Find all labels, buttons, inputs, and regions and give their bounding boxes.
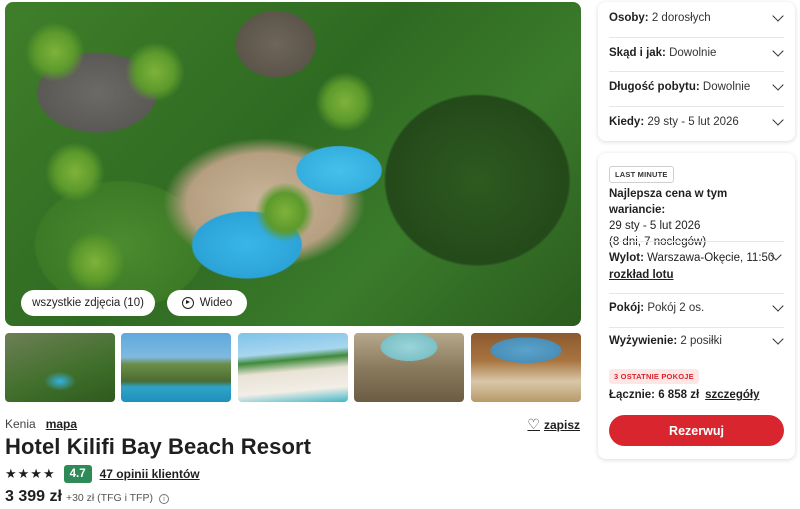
palm-decoration	[255, 182, 315, 242]
stay-length-selector[interactable]: Długość pobytu: Dowolnie	[609, 79, 784, 93]
palm-decoration	[125, 42, 185, 102]
departure-value: Warszawa-Okęcie, 11:50	[647, 252, 775, 264]
date-selector[interactable]: Kiedy: 29 sty - 5 lut 2026	[609, 114, 784, 128]
board-selector[interactable]: Wyżywienie: 2 posiłki	[609, 333, 784, 347]
video-label: Wideo	[199, 297, 233, 309]
chevron-down-icon	[772, 79, 784, 91]
star-rating-icon: ★★★★	[5, 466, 56, 481]
reviews-link[interactable]: 47 opinii klientów	[100, 467, 200, 481]
info-icon[interactable]: i	[158, 494, 169, 504]
total-value: 6 858 zł	[658, 389, 700, 401]
country-label: Kenia	[5, 417, 36, 431]
details-link[interactable]: szczegóły	[705, 389, 759, 401]
from-label: Skąd i jak:	[609, 47, 666, 59]
save-button[interactable]: ♡ zapisz	[527, 416, 580, 433]
offer-panel: LAST MINUTE Najlepsza cena w tym warianc…	[598, 153, 795, 459]
chevron-down-icon	[772, 10, 784, 22]
rating-row: ★★★★ 4.7 47 opinii klientów	[5, 465, 200, 483]
palm-decoration	[65, 232, 125, 292]
from-value: Dowolnie	[669, 47, 717, 59]
palm-decoration	[315, 72, 375, 132]
chevron-down-icon	[772, 300, 784, 312]
when-label: Kiedy:	[609, 116, 645, 128]
divider	[609, 327, 784, 328]
thumbnail-photo-5[interactable]	[471, 333, 581, 402]
thumbnail-photo-1[interactable]	[5, 333, 115, 402]
location-row: Kenia mapa	[5, 417, 77, 431]
thumbnail-photo-4[interactable]	[354, 333, 464, 402]
when-value: 29 sty - 5 lut 2026	[647, 116, 739, 128]
last-rooms-badge: 3 OSTATNIE POKOJE	[609, 369, 699, 384]
divider	[609, 241, 784, 242]
video-button[interactable]: Wideo	[167, 290, 247, 316]
room-selector[interactable]: Pokój: Pokój 2 os.	[609, 300, 784, 314]
departure-selector[interactable]: Wylot: Warszawa-Okęcie, 11:50 rozkład lo…	[609, 249, 784, 284]
divider	[609, 293, 784, 294]
reserve-button[interactable]: Rezerwuj	[609, 415, 784, 446]
hotel-name: Hotel Kilifi Bay Beach Resort	[5, 434, 312, 459]
price: 3 399 zł	[5, 488, 62, 505]
chevron-down-icon	[772, 114, 784, 126]
chevron-down-icon	[772, 333, 784, 345]
board-label: Wyżywienie:	[609, 335, 678, 347]
chevron-down-icon	[772, 45, 784, 57]
all-photos-label: wszystkie zdjęcia (10)	[32, 297, 144, 309]
search-filters-panel: Osoby: 2 dorosłych Skąd i jak: Dowolnie …	[598, 2, 795, 141]
palm-decoration	[45, 142, 105, 202]
divider	[609, 37, 784, 38]
price-row: 3 399 zł +30 zł (TFG i TFP) i	[5, 488, 169, 506]
persons-label: Osoby:	[609, 12, 649, 24]
room-value: Pokój 2 os.	[647, 302, 705, 314]
thumbnail-photo-2[interactable]	[121, 333, 231, 402]
persons-value: 2 dorosłych	[651, 12, 711, 24]
thumbnail-photo-3[interactable]	[238, 333, 348, 402]
best-price-title: Najlepsza cena w tym wariancie:	[609, 188, 728, 216]
palm-decoration	[25, 22, 85, 82]
price-extra-fees: +30 zł (TFG i TFP)	[65, 492, 153, 504]
departure-label: Wylot:	[609, 252, 644, 264]
length-label: Długość pobytu:	[609, 81, 700, 93]
offer-dates: 29 sty - 5 lut 2026	[609, 220, 701, 232]
review-score-badge: 4.7	[63, 465, 92, 483]
board-value: 2 posiłki	[680, 335, 722, 347]
departure-city-selector[interactable]: Skąd i jak: Dowolnie	[609, 45, 784, 59]
all-photos-button[interactable]: wszystkie zdjęcia (10)	[21, 290, 155, 316]
map-link[interactable]: mapa	[46, 417, 77, 431]
offer-duration: (8 dni, 7 noclegów)	[609, 236, 707, 248]
flight-schedule-link[interactable]: rozkład lotu	[609, 267, 784, 284]
divider	[609, 71, 784, 72]
total-label: Łącznie:	[609, 389, 656, 401]
divider	[609, 106, 784, 107]
room-label: Pokój:	[609, 302, 645, 314]
play-icon	[181, 297, 194, 309]
persons-selector[interactable]: Osoby: 2 dorosłych	[609, 10, 784, 24]
length-value: Dowolnie	[702, 81, 751, 93]
total-price-row: Łącznie: 6 858 zł szczegóły	[609, 389, 759, 401]
save-label: zapisz	[543, 417, 580, 432]
last-minute-badge: LAST MINUTE	[609, 166, 674, 183]
heart-icon: ♡	[527, 416, 540, 432]
hotel-main-photo[interactable]: wszystkie zdjęcia (10) Wideo	[5, 2, 581, 326]
